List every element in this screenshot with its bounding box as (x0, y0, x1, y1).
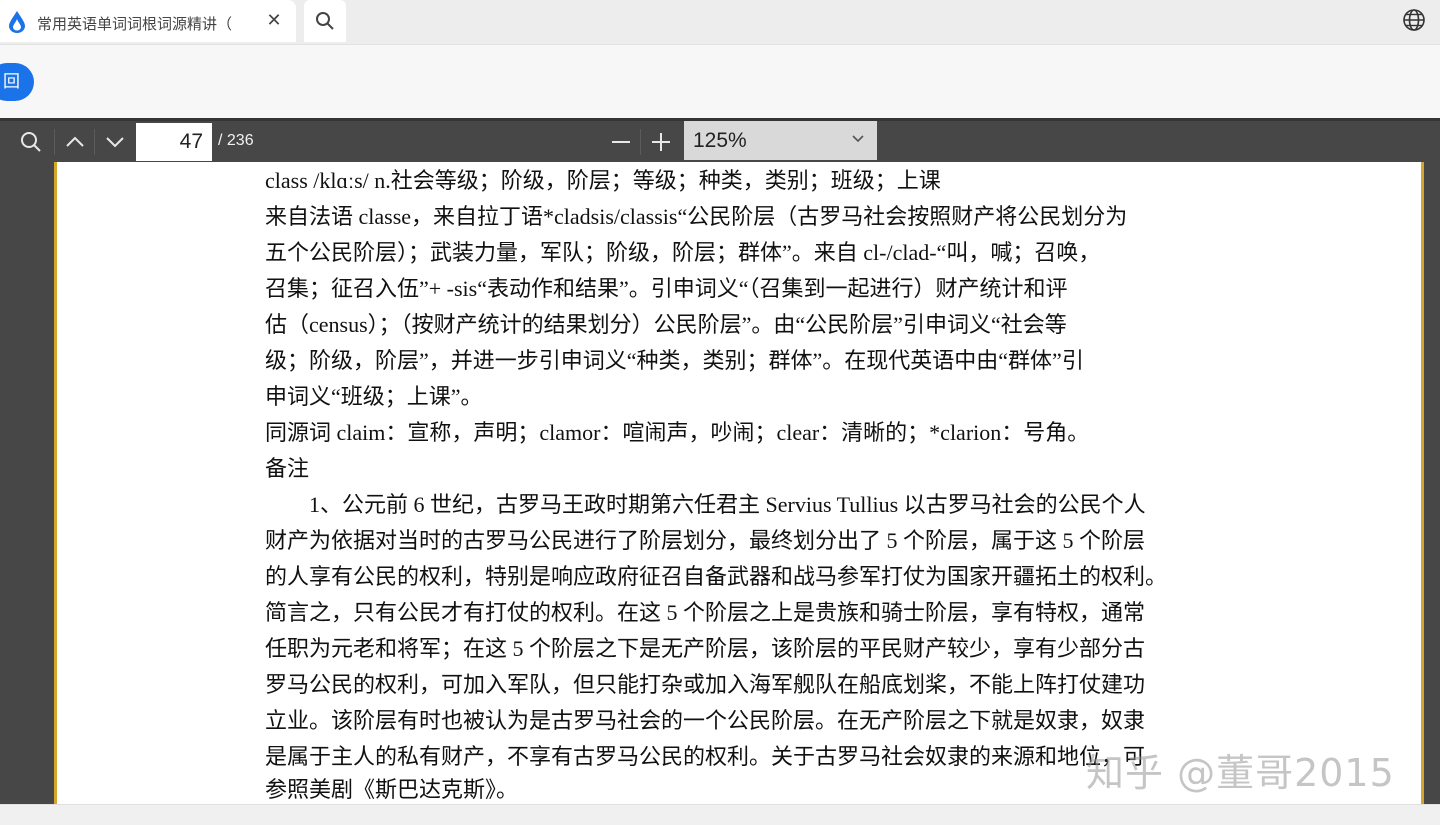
text-line: 任职为元老和将军；在这 5 个阶层之下是无产阶层，该阶层的平民财产较少，享有少部… (265, 636, 1146, 661)
tab-bar: 常用英语单词词根词源精讲（ ✕ (0, 0, 1440, 44)
text-line: 级；阶级，阶层”，并进一步引申词义“种类，类别；群体”。在现代英语中由“群体”引 (265, 348, 1084, 373)
close-tab-icon[interactable]: ✕ (264, 11, 284, 31)
globe-icon[interactable] (1402, 8, 1426, 32)
text-line: 同源词 claim：宣称，声明；clamor：喧闹声，吵闹；clear：清晰的；… (265, 420, 1090, 445)
text-line: 1、公元前 6 世纪，古罗马王政时期第六任君主 Servius Tullius … (265, 492, 1146, 517)
pdf-page: class /klɑːs/ n.社会等级；阶级，阶层；等级；种类，类别；班级；上… (54, 162, 1424, 804)
search-tab-button[interactable] (304, 0, 346, 42)
zoom-in-button[interactable] (648, 121, 674, 162)
text-line: 估（census）；（按财产统计的结果划分）公民阶层”。由“公民阶层”引申词义“… (265, 312, 1067, 337)
zoom-out-button[interactable] (608, 121, 634, 162)
search-icon (21, 131, 41, 152)
text-line: 简言之，只有公民才有打仗的权利。在这 5 个阶层之上是贵族和骑士阶层，享有特权，… (265, 600, 1146, 625)
text-line: 立业。该阶层有时也被认为是古罗马社会的一个公民阶层。在无产阶层之下就是奴隶，奴隶 (265, 708, 1146, 733)
next-page-button[interactable] (100, 121, 130, 162)
zoom-value: 125% (693, 129, 747, 152)
text-line: 来自法语 classe，来自拉丁语*cladsis/classis“公民阶层（古… (265, 204, 1128, 229)
plus-icon (652, 132, 670, 151)
zoom-select[interactable]: 125% (684, 121, 877, 160)
app-header: 回 (0, 44, 1440, 118)
text-line: 召集；征召入伍”+ -sis“表动作和结果”。引申词义“（召集到一起进行）财产统… (265, 276, 1068, 301)
chevron-up-icon (66, 136, 84, 147)
status-bar (0, 804, 1440, 825)
previous-page-button[interactable] (60, 121, 90, 162)
back-button[interactable]: 回 (0, 63, 34, 101)
document-tab[interactable]: 常用英语单词词根词源精讲（ ✕ (0, 0, 296, 42)
text-line: class /klɑːs/ n.社会等级；阶级，阶层；等级；种类，类别；班级；上… (265, 168, 941, 193)
search-icon (316, 12, 334, 30)
toolbar-divider (94, 129, 95, 155)
text-line: 参照美剧《斯巴达克斯》。 (265, 777, 519, 802)
app-logo-icon (9, 11, 25, 33)
tab-title: 常用英语单词词根词源精讲（ (37, 15, 233, 33)
text-line: 五个公民阶层）；武装力量，军队；阶级，阶层；群体”。来自 cl-/clad-“叫… (265, 240, 1101, 265)
section-heading: 备注 (265, 456, 310, 481)
chevron-down-icon (852, 135, 864, 143)
page-number-input[interactable] (136, 123, 212, 161)
find-button[interactable] (14, 121, 48, 162)
toolbar-divider (54, 129, 55, 155)
pdf-viewer[interactable]: class /klɑːs/ n.社会等级；阶级，阶层；等级；种类，类别；班级；上… (0, 162, 1440, 804)
chevron-down-icon (106, 136, 124, 147)
text-line: 申词义“班级；上课”。 (265, 384, 483, 409)
watermark: 知乎 @董哥2015 (1086, 751, 1395, 795)
text-line: 财产为依据对当时的古罗马公民进行了阶层划分，最终划分出了 5 个阶层，属于这 5… (265, 528, 1146, 553)
text-line: 是属于主人的私有财产，不享有古罗马公民的权利。关于古罗马社会奴隶的来源和地位，可 (265, 744, 1146, 769)
minus-icon (612, 140, 630, 143)
pdf-toolbar: / 236 125% (0, 118, 1440, 162)
page-count-label: / 236 (218, 132, 254, 149)
text-line: 罗马公民的权利，可加入军队，但只能打杂或加入海军舰队在船底划桨，不能上阵打仗建功 (265, 672, 1146, 697)
text-line: 的人享有公民的权利，特别是响应政府征召自备武器和战马参军打仗为国家开疆拓土的权利… (265, 564, 1168, 589)
toolbar-divider (640, 129, 641, 155)
